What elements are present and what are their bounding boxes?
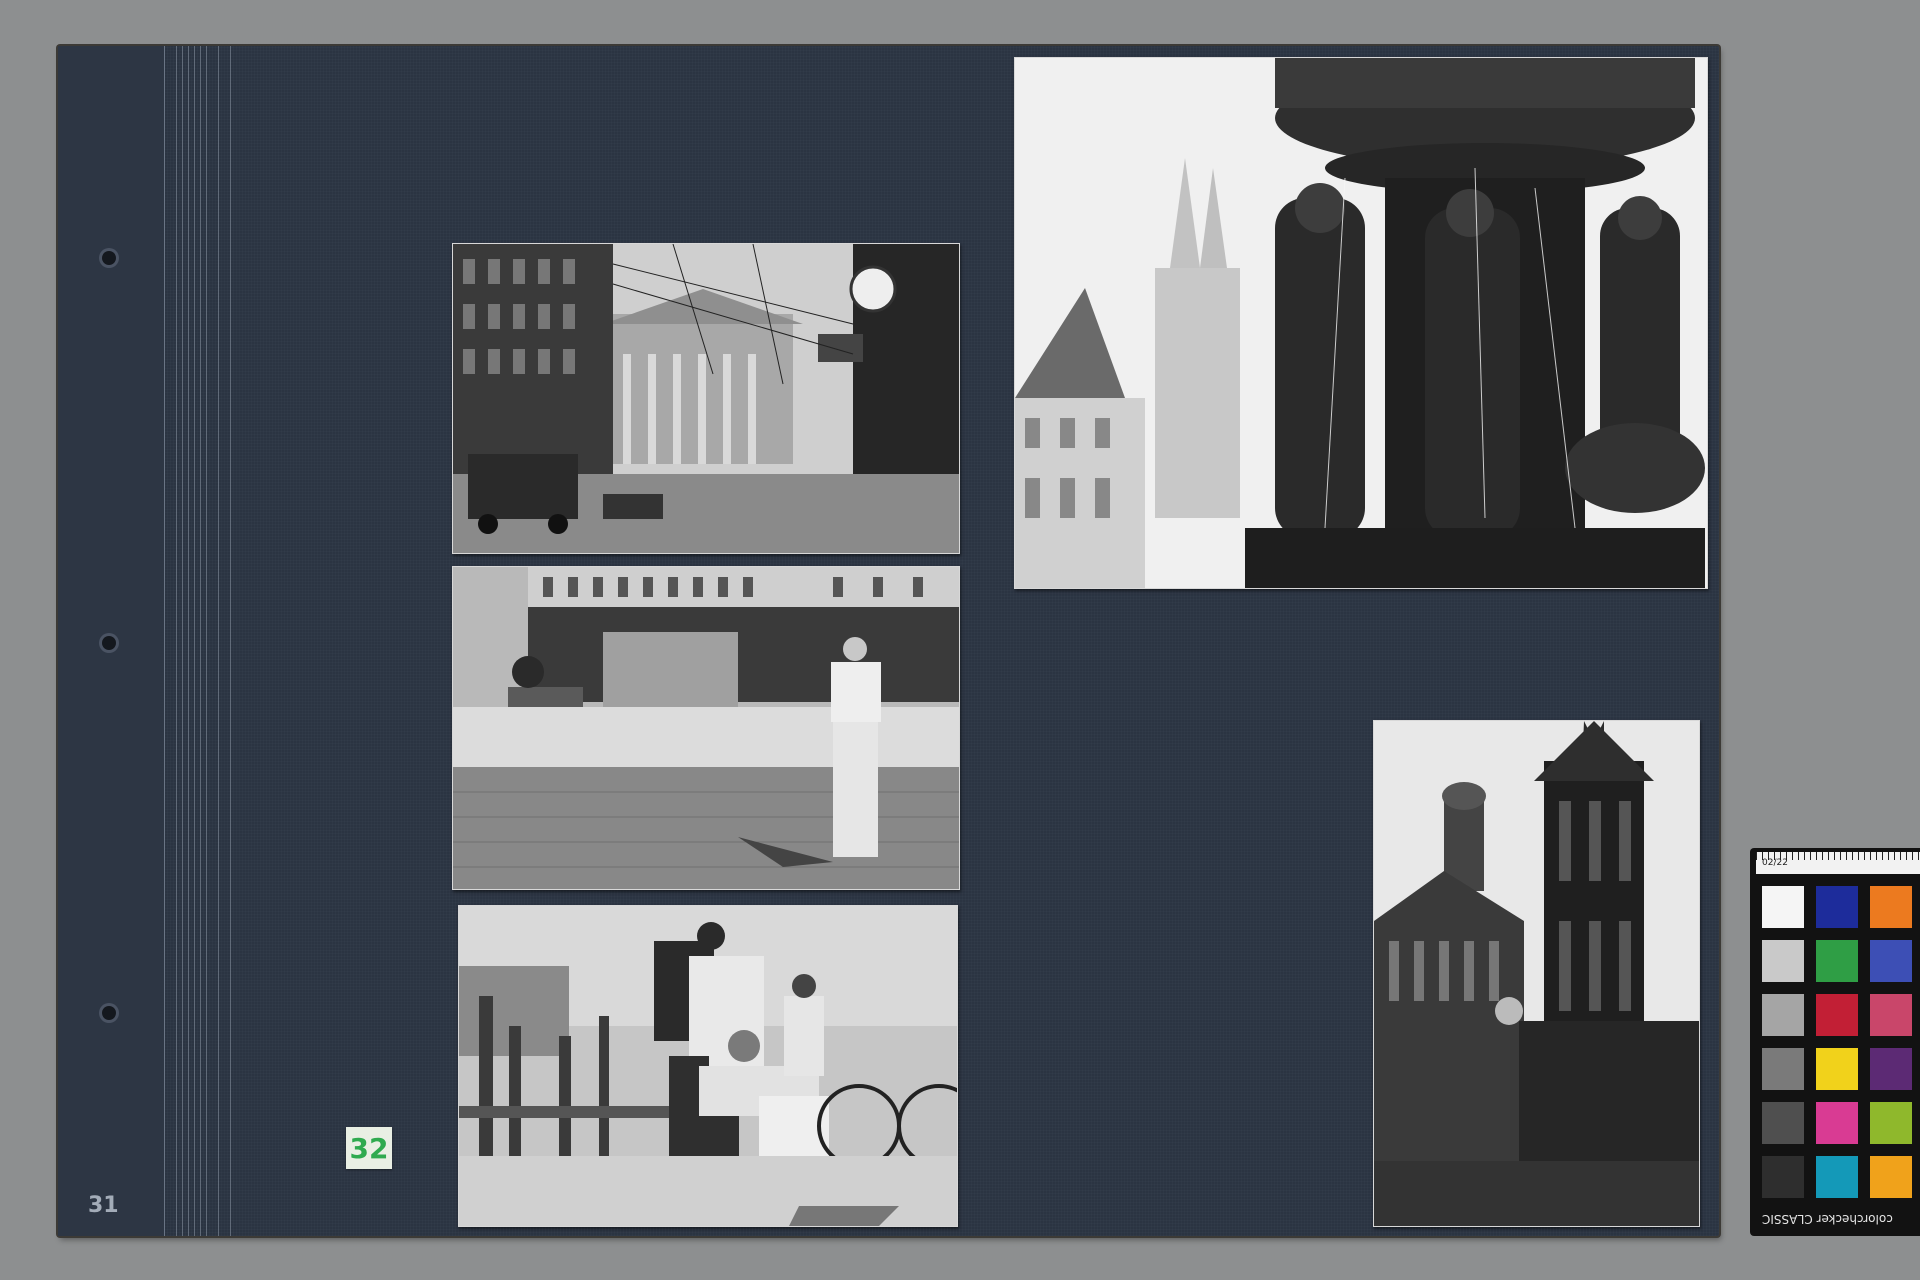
color-patch	[1870, 1102, 1912, 1144]
photo-fountain-church[interactable]	[1014, 57, 1708, 589]
photo-gothic-church-image	[1374, 721, 1699, 1226]
left-page-number: 31	[88, 1193, 119, 1218]
color-patch	[1762, 994, 1804, 1036]
color-patch	[1762, 1048, 1804, 1090]
color-checker-label: colorchecker CLASSIC	[1762, 1212, 1893, 1226]
ruler-label: 02/22	[1762, 858, 1788, 868]
color-patch	[1870, 940, 1912, 982]
photo-opera-house-street-image	[453, 244, 959, 553]
color-patch	[1762, 886, 1804, 928]
binder-hole-middle	[102, 636, 116, 650]
color-patch	[1762, 1102, 1804, 1144]
color-patch	[1870, 994, 1912, 1036]
photo-harbor-children-image	[459, 906, 957, 1226]
color-patch	[1762, 1156, 1804, 1198]
color-patch	[1816, 1048, 1858, 1090]
photo-opera-house-street[interactable]	[452, 243, 960, 554]
page-number-sticker: 32	[346, 1127, 392, 1169]
photo-fountain-church-image	[1015, 58, 1707, 588]
photo-plaza-man-image	[453, 567, 959, 889]
color-patch	[1870, 1156, 1912, 1198]
color-patch	[1816, 940, 1858, 982]
color-patch	[1762, 940, 1804, 982]
color-patch	[1870, 1048, 1912, 1090]
photo-harbor-children[interactable]	[458, 905, 958, 1227]
binder-hole-top	[102, 251, 116, 265]
color-patch	[1870, 886, 1912, 928]
color-patch	[1816, 1102, 1858, 1144]
color-patch	[1816, 886, 1858, 928]
photo-plaza-man[interactable]	[452, 566, 960, 890]
color-checker-card: 02/22 colorchecker CLASSIC	[1750, 848, 1920, 1236]
color-patch	[1816, 994, 1858, 1036]
color-patch	[1816, 1156, 1858, 1198]
binder-hole-bottom	[102, 1006, 116, 1020]
photo-gothic-church[interactable]	[1373, 720, 1700, 1227]
